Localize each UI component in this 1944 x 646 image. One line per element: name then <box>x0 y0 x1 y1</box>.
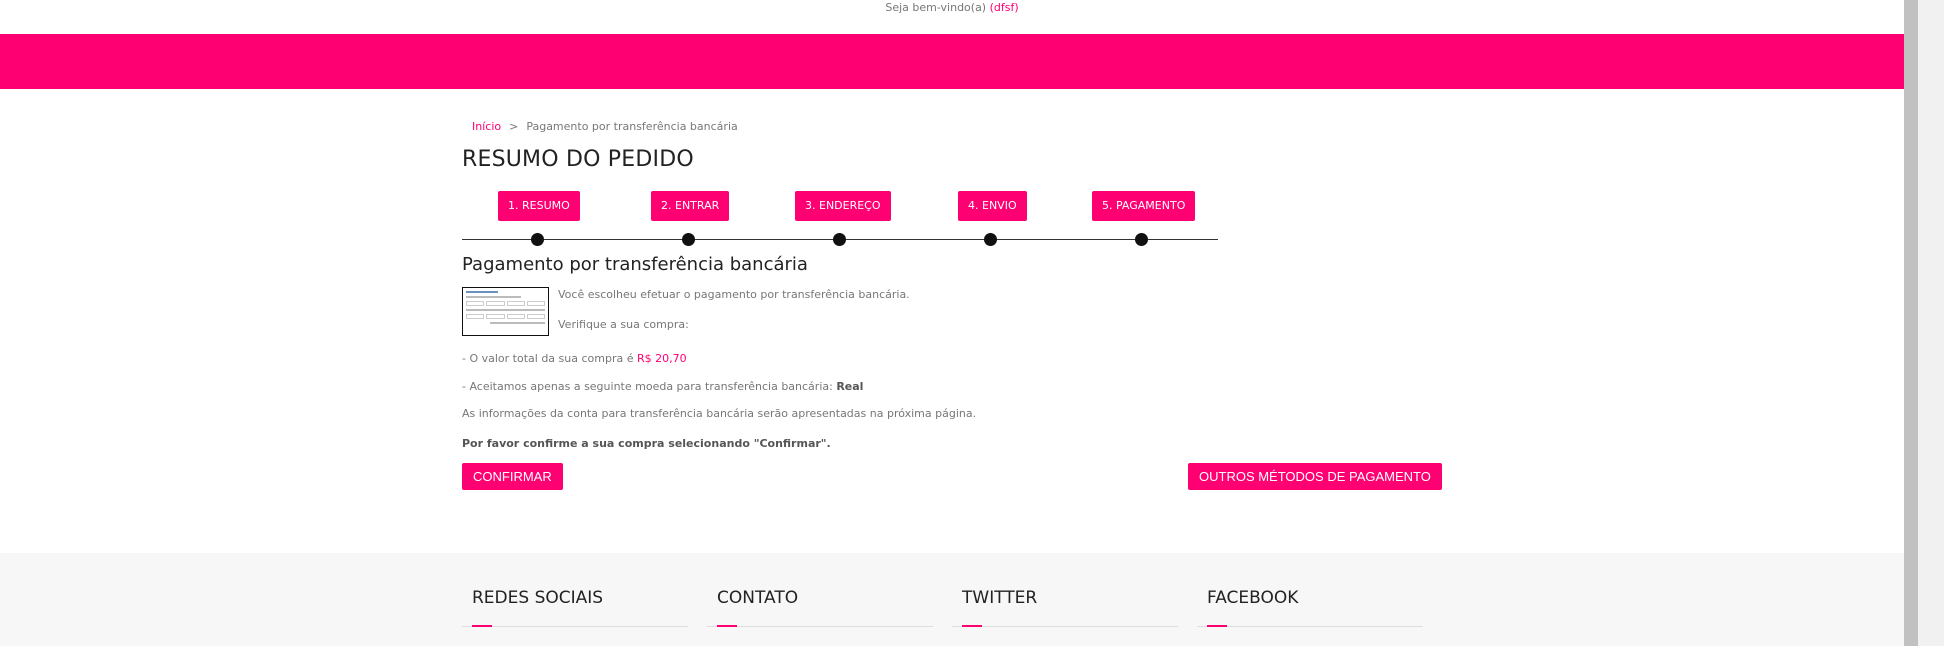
welcome-bar: Seja bem-vindo(a) (dfsf) <box>0 0 1904 34</box>
footer-title-twitter: TWITTER <box>962 588 1038 608</box>
breadcrumb-current: Pagamento por transferência bancária <box>526 120 738 133</box>
footer-divider <box>462 625 688 627</box>
step-entrar: 2. ENTRAR <box>651 191 730 221</box>
footer-divider <box>707 625 933 627</box>
other-payment-methods-button[interactable]: OUTROS MÉTODOS DE PAGAMENTO <box>1188 463 1442 490</box>
page-title: RESUMO DO PEDIDO <box>462 147 694 172</box>
breadcrumb: Início > Pagamento por transferência bancá… <box>472 120 738 133</box>
total-line: - O valor total da sua compra é R$ 20,70 <box>462 352 687 365</box>
step-resumo-dot <box>531 233 544 246</box>
step-envio-button[interactable]: 4. ENVIO <box>958 191 1027 221</box>
breadcrumb-home-link[interactable]: Início <box>472 120 501 133</box>
footer-title-contact: CONTATO <box>717 588 799 608</box>
header-banner <box>0 34 1904 89</box>
step-pagamento-button[interactable]: 5. PAGAMENTO <box>1092 191 1196 221</box>
step-endereco-dot <box>833 233 846 246</box>
step-pagamento-dot <box>1135 233 1148 246</box>
step-envio: 4. ENVIO <box>958 191 1027 221</box>
bankwire-logo-image <box>462 287 549 336</box>
chosen-method-text: Você escolheu efetuar o pagamento por tr… <box>558 288 910 301</box>
step-entrar-button[interactable]: 2. ENTRAR <box>651 191 730 221</box>
payment-title: Pagamento por transferência bancária <box>462 254 808 275</box>
footer-col-contact: CONTATO <box>707 588 933 627</box>
footer-title-facebook: FACEBOOK <box>1207 588 1299 608</box>
username-link[interactable]: (dfsf) <box>990 1 1019 14</box>
verify-text: Verifique a sua compra: <box>558 318 689 331</box>
currency-label: - Aceitamos apenas a seguinte moeda para… <box>462 380 833 393</box>
footer-title-social: REDES SOCIAIS <box>472 588 604 608</box>
step-envio-dot <box>984 233 997 246</box>
footer-divider <box>952 625 1178 627</box>
footer: REDES SOCIAIS CONTATO TWITTER FACEBOOK <box>0 553 1904 646</box>
step-endereco: 3. ENDEREÇO <box>795 191 891 221</box>
step-entrar-dot <box>682 233 695 246</box>
currency-line: - Aceitamos apenas a seguinte moeda para… <box>462 380 863 393</box>
checkout-steps: 1. RESUMO 2. ENTRAR 3. ENDEREÇO 4. ENVIO… <box>462 191 1218 246</box>
step-resumo: 1. RESUMO <box>498 191 580 221</box>
confirm-button[interactable]: CONFIRMAR <box>462 463 563 490</box>
step-endereco-button[interactable]: 3. ENDEREÇO <box>795 191 891 221</box>
total-label: - O valor total da sua compra é <box>462 352 634 365</box>
breadcrumb-separator: > <box>509 120 519 133</box>
welcome-text: Seja bem-vindo(a) <box>885 1 987 14</box>
step-resumo-button[interactable]: 1. RESUMO <box>498 191 580 221</box>
account-info-text: As informações da conta para transferênc… <box>462 407 977 420</box>
confirm-note: Por favor confirme a sua compra selecion… <box>462 437 831 450</box>
step-pagamento: 5. PAGAMENTO <box>1092 191 1196 221</box>
footer-col-twitter: TWITTER <box>952 588 1178 627</box>
footer-divider <box>1197 625 1423 627</box>
scrollbar-thumb[interactable] <box>1904 0 1918 646</box>
footer-col-social: REDES SOCIAIS <box>462 588 688 627</box>
footer-col-facebook: FACEBOOK <box>1197 588 1423 627</box>
total-price: R$ 20,70 <box>637 352 687 365</box>
currency-value: Real <box>836 380 864 393</box>
